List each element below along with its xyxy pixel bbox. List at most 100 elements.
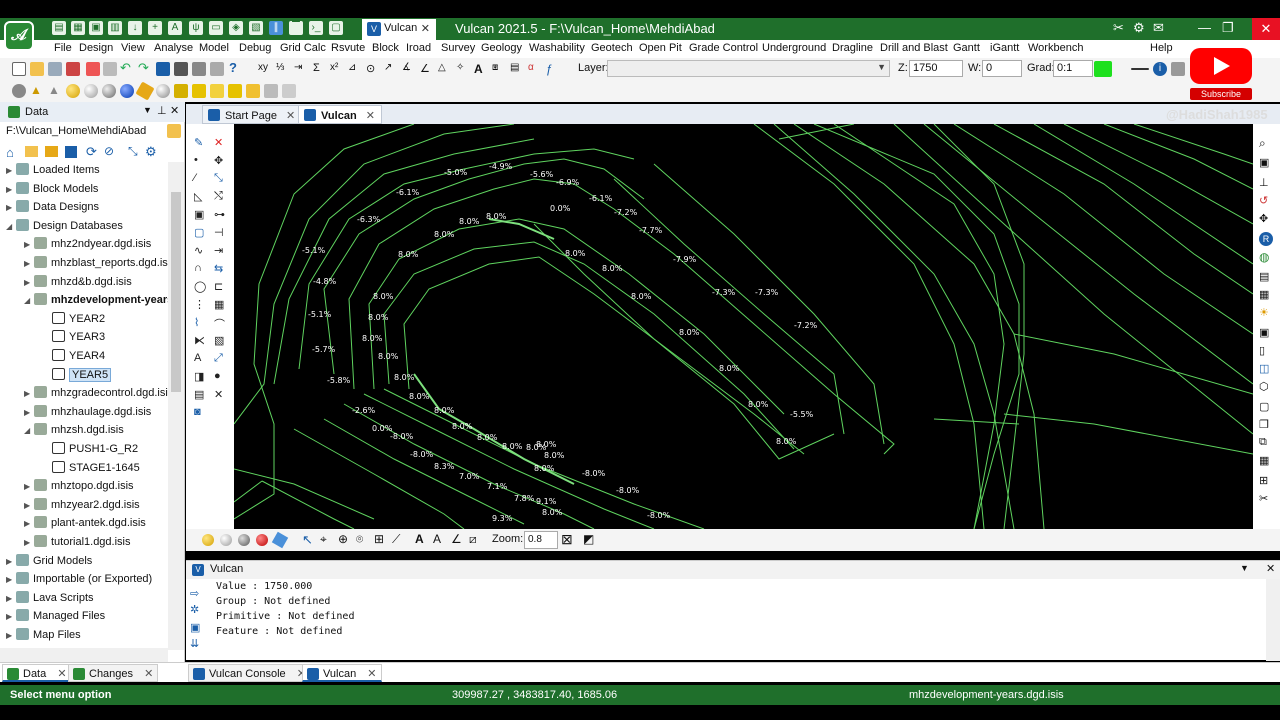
columns-icon[interactable]: ∥ xyxy=(269,21,283,35)
layer-view-icon[interactable]: ▤ xyxy=(1259,270,1269,283)
frame-icon[interactable]: ▢ xyxy=(329,21,343,35)
cube-icon[interactable]: ◈ xyxy=(229,21,243,35)
hatch-icon[interactable]: ▧ xyxy=(214,334,224,347)
menu-survey[interactable]: Survey xyxy=(441,42,475,54)
z-field[interactable]: 1750 xyxy=(909,60,963,77)
snap-icon[interactable]: ⊕ xyxy=(338,532,348,546)
bearing-icon[interactable]: ✧ xyxy=(456,62,470,76)
point-snap-icon[interactable]: ⌾ xyxy=(356,532,363,547)
circle-icon[interactable]: ◯ xyxy=(194,280,206,293)
close-icon[interactable]: ✕ xyxy=(1266,562,1275,575)
menu-rsvute[interactable]: Rsvute xyxy=(331,42,365,54)
tree-item[interactable]: ▶ mhzhaulage.dgd.isis xyxy=(24,404,151,423)
angle-icon[interactable]: ∡ xyxy=(402,62,416,76)
sphere-grey-icon[interactable] xyxy=(238,534,250,546)
tree-item[interactable]: ◢ mhzsh.dgd.isis xyxy=(24,423,124,441)
sphere-icon[interactable]: ● xyxy=(214,370,221,382)
frame-icon[interactable]: ▦ xyxy=(1259,288,1269,301)
sum-icon[interactable]: Σ xyxy=(313,62,327,76)
expander-icon[interactable]: ▶ xyxy=(6,203,16,212)
maximize-button[interactable]: ❐ xyxy=(1222,20,1234,36)
refresh-icon[interactable]: ⟳ xyxy=(86,144,97,160)
rotate-icon[interactable]: ↺ xyxy=(1259,194,1268,207)
shading-icon[interactable] xyxy=(12,84,26,98)
sphere-yellow-icon[interactable] xyxy=(202,534,214,546)
open-folder-icon[interactable] xyxy=(45,146,58,157)
scale-icon[interactable]: ⤢ xyxy=(214,352,223,365)
save-icon[interactable]: ▣ xyxy=(89,21,103,35)
youtube-logo-icon[interactable] xyxy=(1190,48,1252,84)
tree-item[interactable]: ▶ mhzgradecontrol.dgd.isis xyxy=(24,386,173,404)
sphere-light-icon[interactable] xyxy=(156,84,170,98)
hatch-icon[interactable]: ⧄ xyxy=(469,532,477,547)
new-icon[interactable] xyxy=(12,62,26,76)
search-icon[interactable]: ⌕ xyxy=(1259,136,1266,151)
gradient-icon[interactable]: α xyxy=(528,62,542,76)
text-edit-icon[interactable]: A xyxy=(433,532,441,546)
expander-icon[interactable]: ▶ xyxy=(6,575,16,584)
layer-select[interactable]: ▼ xyxy=(607,60,890,77)
tab-start-page[interactable]: Start Page ✕ xyxy=(202,105,303,124)
polygon-icon[interactable]: ◺ xyxy=(194,190,202,203)
settings-icon[interactable]: ⚙ xyxy=(145,144,157,160)
tab-vulcan-output[interactable]: Vulcan ✕ xyxy=(302,664,382,682)
window-icon[interactable]: ▔ xyxy=(289,21,303,35)
tree-scrollbar[interactable] xyxy=(168,162,184,650)
menu-geotech[interactable]: Geotech xyxy=(591,42,633,54)
menu-iroad[interactable]: Iroad xyxy=(406,42,431,54)
tree-item[interactable]: ▶ Data Designs xyxy=(6,200,99,218)
section-icon[interactable]: ▯ xyxy=(1259,344,1265,357)
clear-icon[interactable]: ⊠ xyxy=(561,531,573,548)
scale-icon[interactable]: ⧆ xyxy=(492,62,506,76)
cone-icon[interactable]: ▲ xyxy=(48,84,62,98)
undo-icon[interactable]: ↶ xyxy=(120,61,134,76)
edit-icon[interactable]: ✎ xyxy=(194,136,203,149)
tree-item[interactable]: ▶ Loaded Items xyxy=(6,163,100,181)
close-tab-icon[interactable]: ✕ xyxy=(286,110,295,122)
print-icon[interactable] xyxy=(174,62,188,76)
surface-icon[interactable] xyxy=(246,84,260,98)
xyz-icon[interactable]: xy xyxy=(258,62,272,76)
tree-item[interactable]: ◢ mhzdevelopment-years. xyxy=(24,293,176,311)
delete-icon[interactable]: ✕ xyxy=(214,136,223,149)
shape-icon[interactable] xyxy=(174,84,188,98)
list-icon[interactable]: ⇊ xyxy=(190,637,199,650)
tree-item[interactable]: ▶ Grid Models xyxy=(6,553,92,572)
expander-icon[interactable]: ▶ xyxy=(6,594,16,603)
tree-item[interactable]: YEAR2 xyxy=(42,311,105,330)
expander-icon[interactable]: ▶ xyxy=(24,240,34,249)
expander-icon[interactable]: ◢ xyxy=(24,296,34,305)
copy-view-icon[interactable]: ❐ xyxy=(1259,418,1269,431)
scissors-icon[interactable]: ✂ xyxy=(1113,20,1124,36)
menu-igantt[interactable]: iGantt xyxy=(990,42,1019,54)
menu-view[interactable]: View xyxy=(121,42,145,54)
expander-icon[interactable]: ▶ xyxy=(24,538,34,547)
erase-icon[interactable]: ◩ xyxy=(583,532,594,546)
collapse-icon[interactable]: ⤡ xyxy=(128,144,138,159)
grid-snap-icon[interactable]: ⊞ xyxy=(374,532,384,546)
pencil-icon[interactable] xyxy=(271,531,289,549)
subscribe-badge[interactable]: Subscribe xyxy=(1190,88,1252,100)
zoom-window-icon[interactable]: ▣ xyxy=(1259,156,1269,169)
copy-icon[interactable] xyxy=(103,62,117,76)
menu-design[interactable]: Design xyxy=(79,42,113,54)
box-view-icon[interactable]: ▢ xyxy=(1259,400,1269,413)
close-icon[interactable]: ✕ xyxy=(170,104,179,117)
display-icon[interactable]: ▭ xyxy=(209,21,223,35)
tab-vulcan[interactable]: Vulcan ✕ xyxy=(298,105,382,124)
pin-icon[interactable]: ⊿ xyxy=(348,62,362,76)
text-icon[interactable]: A xyxy=(194,352,201,364)
tree-item[interactable]: ▶ Lava Scripts xyxy=(6,590,94,609)
curve-icon[interactable]: ∿ xyxy=(194,244,203,257)
menu-grade-control[interactable]: Grade Control xyxy=(689,42,758,54)
expander-icon[interactable]: ◢ xyxy=(24,426,34,435)
chevron-down-icon[interactable]: ▼ xyxy=(1240,563,1249,573)
tree-item[interactable]: ▶ Importable (or Exported) xyxy=(6,572,152,590)
power-icon[interactable]: x² xyxy=(330,62,344,76)
expander-icon[interactable]: ▶ xyxy=(6,166,16,175)
fillet-icon[interactable]: ⌒ xyxy=(214,316,225,332)
line-style-icon[interactable] xyxy=(1131,68,1149,70)
tree-item[interactable]: ▶ Managed Files xyxy=(6,609,105,627)
redo-icon[interactable]: ↷ xyxy=(138,61,152,76)
close-window-button[interactable]: ✕ xyxy=(1252,18,1280,40)
